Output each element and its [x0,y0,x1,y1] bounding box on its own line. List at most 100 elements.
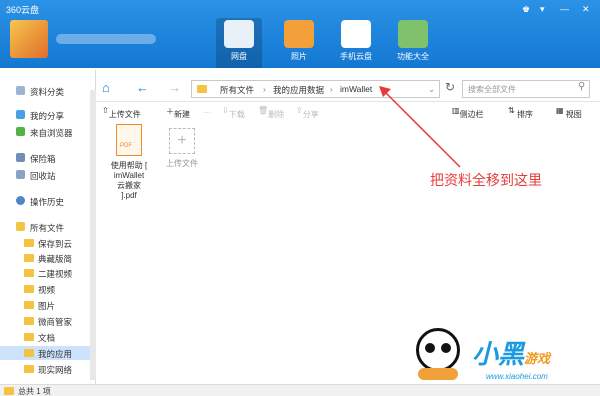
sidebar-item-category[interactable]: 资料分类 [0,84,92,98]
breadcrumb-item[interactable]: imWallet [340,84,372,94]
folder-label: 微商管家 [38,317,73,327]
folder-icon [197,85,207,93]
folder-icon [16,222,25,231]
folder-label: 视频 [38,285,56,295]
delete-button[interactable]: 🗑 删除 [258,106,284,119]
folder-icon [24,333,34,341]
nav-label: 手机云盘 [340,52,372,61]
photo-icon [284,20,314,48]
folder-item[interactable]: 文档 [0,330,92,344]
new-label: 新建 [174,110,190,119]
sidebar-item-label: 来自浏览器 [30,128,73,138]
safe-icon [16,153,25,162]
folder-icon [24,269,34,277]
upload-tile-label: 上传文件 [166,159,198,168]
browser-icon [16,127,25,136]
nav-label: 照片 [291,52,307,61]
sidebar-item-all-files[interactable]: 所有文件 [0,220,92,234]
nav-photos[interactable]: 照片 [276,18,322,68]
file-name-line: imWallet [113,171,145,180]
sidebar-item-label: 我的分享 [30,111,65,121]
folder-item[interactable]: 视频 [0,282,92,296]
folder-label: 现实网络 [38,365,73,375]
sidebar: 资料分类 我的分享 来自浏览器 保险箱 回收站 操作历史 所有文件 保存到云 典… [0,70,96,384]
breadcrumb-item[interactable]: 所有文件 [220,84,254,96]
back-icon[interactable]: ← [136,80,149,95]
sidebar-item-label: 操作历史 [30,197,65,207]
app-title: 360云盘 [6,5,40,15]
search-input[interactable]: 搜索全部文件 [462,80,590,98]
breadcrumb-item[interactable]: 我的应用数据 [273,84,324,96]
view-label: 视图 [565,110,582,119]
watermark-url: www.xiaohei.com [486,372,548,381]
annotation-text: 把资料全移到这里 [430,172,542,188]
annotation-arrow [379,86,461,168]
new-button[interactable]: ＋ 新建 [166,106,190,119]
status-bar: 总共 1 项 [0,384,600,396]
folder-item[interactable]: 图片 [0,298,92,312]
pdf-icon: PDF [116,124,142,156]
close-button[interactable]: ✕ [582,4,590,15]
item-count: 总共 1 项 [18,387,51,396]
nav-features[interactable]: 功能大全 [390,18,436,68]
sidebar-item-browser[interactable]: 来自浏览器 [0,125,92,139]
download-button[interactable]: ⇩ 下载 [222,106,245,119]
folder-item[interactable]: 现实网络 [0,362,92,376]
chevron-right-icon: › [263,84,266,94]
folder-item[interactable]: 二建视频 [0,266,92,280]
action-toolbar: ⇧ 上传文件 ＋ 新建 … ⇩ 下载 🗑 删除 ⇪ 分享 ▥ 侧边栏 ⇅ 排序…… [96,103,600,121]
upload-tile[interactable]: + 上传文件 [160,124,204,169]
nav-mobile-cloud[interactable]: 手机云盘 [333,18,379,68]
folder-label: 保存到云 [38,239,73,249]
upload-button[interactable]: ⇧ 上传文件 [102,106,141,119]
folder-item[interactable]: 微商管家 [0,314,92,328]
folder-label: 二建视频 [38,269,73,279]
sidebar-scrollbar[interactable] [90,90,96,380]
minimize-button[interactable]: — [560,4,569,14]
recycle-icon [16,170,25,179]
home-icon[interactable]: ⌂ [102,80,110,95]
forward-icon[interactable]: → [168,80,181,95]
folder-icon [24,301,34,309]
sort-button[interactable]: ⇅ 排序… [508,106,533,119]
view-button[interactable]: ▦ 视图… [556,106,582,119]
file-name-line: 使用帮助 [ [110,161,148,170]
download-label: 下载 [228,110,245,119]
folder-icon [24,254,34,262]
user-name-blurred [56,34,156,44]
sidebar-item-safe[interactable]: 保险箱 [0,151,92,165]
new-dropdown-icon[interactable]: … [203,106,211,115]
plus-icon: + [169,128,195,154]
nav-label: 网盘 [231,52,247,61]
folder-label: 我的应用 [38,349,73,359]
avatar[interactable] [10,20,48,58]
folder-item[interactable]: 典藏版简 [0,251,92,265]
skin-icon[interactable]: ♚ [522,4,530,15]
folder-item-selected[interactable]: 我的应用 [0,346,92,360]
sidebar-item-recycle[interactable]: 回收站 [0,168,92,182]
cloud-icon [224,20,254,48]
sidebar-item-share[interactable]: 我的分享 [0,108,92,122]
sidebar-item-label: 资料分类 [30,87,65,97]
share-icon [16,110,25,119]
search-icon[interactable]: ⚲ [578,81,585,92]
folder-icon [24,349,34,357]
folder-item[interactable]: 保存到云 [0,236,92,250]
category-icon [16,86,25,95]
header-bar: 360云盘 网盘 照片 手机云盘 功能大全 ♚ ▾ — ✕ [0,0,600,68]
folder-label: 典藏版简 [38,254,73,264]
nav-cloud-disk[interactable]: 网盘 [216,18,262,68]
sidebar-item-history[interactable]: 操作历史 [0,194,92,208]
upload-label: 上传文件 [108,110,141,119]
file-item-pdf[interactable]: PDF 使用帮助 [ imWallet 云搬家 ].pdf [102,124,156,200]
share-button[interactable]: ⇪ 分享 [296,106,319,119]
menu-icon[interactable]: ▾ [540,4,545,15]
folder-icon [24,317,34,325]
folder-label: 图片 [38,301,56,311]
sidebar-item-label: 回收站 [30,171,56,181]
folder-icon [4,387,14,395]
sort-label: 排序 [516,110,533,119]
file-name-line: 云搬家 [117,181,141,190]
phone-cloud-icon [341,20,371,48]
folder-icon [24,365,34,373]
